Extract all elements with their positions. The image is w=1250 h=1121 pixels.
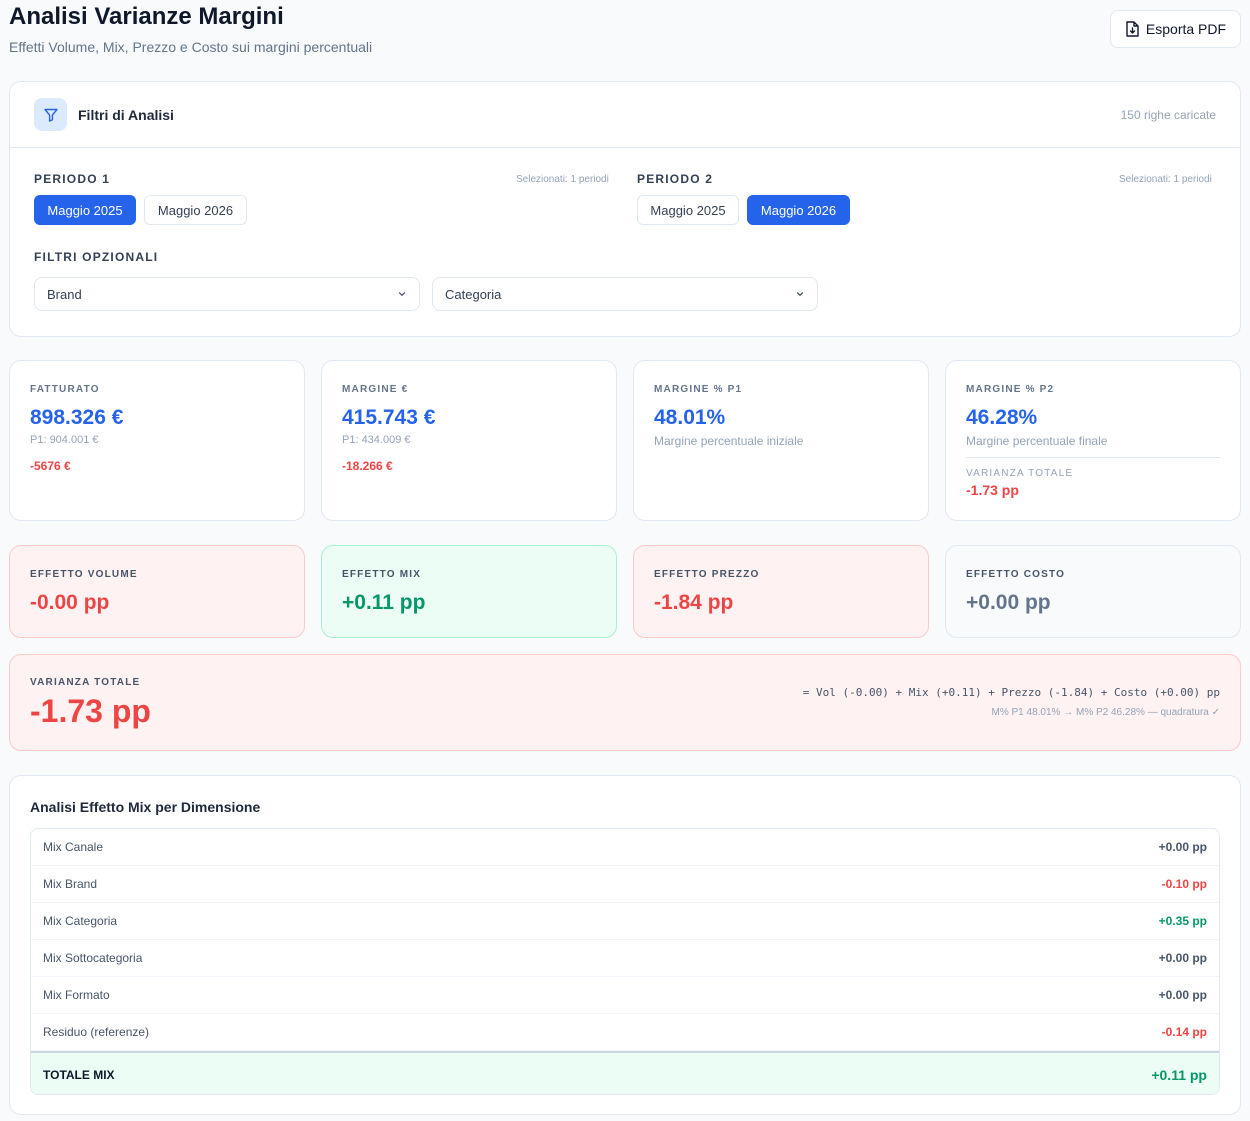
divider (966, 457, 1220, 458)
total-variance-card: VARIANZA TOTALE -1.73 pp = Vol (-0.00) +… (9, 654, 1241, 751)
table-row: Mix Categoria +0.35 pp (31, 903, 1219, 940)
effect-prezzo-card: EFFETTO PREZZO -1.84 pp (633, 545, 929, 638)
filters-header: Filtri di Analisi 150 righe caricate (10, 82, 1240, 148)
categoria-select[interactable]: Categoria (432, 277, 818, 311)
effect-value: +0.00 pp (966, 591, 1051, 614)
export-pdf-label: Esporta PDF (1145, 21, 1227, 37)
filters-title: Filtri di Analisi (78, 107, 174, 123)
row-value: -0.14 pp (1161, 1025, 1207, 1039)
kpi-p1-value: P1: 434.009 € (342, 434, 411, 446)
optional-filters-label: FILTRI OPZIONALI (34, 250, 159, 264)
filter-icon (34, 98, 67, 131)
kpi-value: 46.28% (966, 406, 1038, 429)
row-label: Mix Formato (43, 988, 110, 1002)
row-label: Mix Categoria (43, 914, 118, 928)
categoria-select-value: Categoria (445, 286, 502, 302)
table-row: Mix Formato +0.00 pp (31, 977, 1219, 1014)
file-download-icon (1126, 21, 1139, 37)
kpi-delta: -5676 € (30, 459, 71, 473)
period2-label: PERIODO 2 (637, 172, 714, 186)
row-label: Mix Brand (43, 877, 98, 891)
effect-costo-card: EFFETTO COSTO +0.00 pp (945, 545, 1241, 638)
mix-analysis-title: Analisi Effetto Mix per Dimensione (30, 799, 261, 815)
kpi-description: Margine percentuale finale (966, 434, 1108, 448)
kpi-variance-label: VARIANZA TOTALE (966, 468, 1074, 479)
chevron-down-icon (796, 292, 804, 296)
page-title: Analisi Varianze Margini (9, 3, 284, 30)
effect-mix-card: EFFETTO MIX +0.11 pp (321, 545, 617, 638)
period1-label: PERIODO 1 (34, 172, 111, 186)
mix-total-label: TOTALE MIX (43, 1067, 115, 1082)
row-value: +0.00 pp (1158, 840, 1207, 854)
row-label: Mix Sottocategoria (43, 951, 143, 965)
kpi-margine: MARGINE € 415.743 € P1: 434.009 € -18.26… (321, 360, 617, 521)
mix-analysis-panel: Analisi Effetto Mix per Dimensione Mix C… (9, 775, 1241, 1115)
row-value: +0.00 pp (1158, 988, 1207, 1002)
row-label: Residuo (referenze) (43, 1025, 150, 1039)
kpi-variance-value: -1.73 pp (966, 482, 1019, 498)
period2-selected-note: Selezionati: 1 periodi (1119, 174, 1212, 185)
mix-total-value: +0.11 pp (1151, 1066, 1207, 1083)
export-pdf-button[interactable]: Esporta PDF (1110, 10, 1241, 48)
period2-chip-maggio-2026[interactable]: Maggio 2026 (747, 195, 850, 225)
effect-label: EFFETTO COSTO (966, 569, 1066, 580)
table-row: Residuo (referenze) -0.14 pp (31, 1014, 1219, 1051)
kpi-value: 898.326 € (30, 406, 124, 429)
mix-table: Mix Canale +0.00 pp Mix Brand -0.10 pp M… (30, 828, 1220, 1095)
kpi-delta: -18.266 € (342, 459, 393, 473)
effect-label: EFFETTO VOLUME (30, 569, 138, 580)
effect-value: -0.00 pp (30, 591, 110, 614)
period1-selected-note: Selezionati: 1 periodi (516, 174, 609, 185)
rows-loaded-count: 150 righe caricate (1120, 108, 1216, 122)
kpi-label: MARGINE % P2 (966, 384, 1055, 395)
effect-volume-card: EFFETTO VOLUME -0.00 pp (9, 545, 305, 638)
table-row: Mix Canale +0.00 pp (31, 829, 1219, 866)
effect-value: -1.84 pp (654, 591, 734, 614)
filters-panel: Filtri di Analisi 150 righe caricate PER… (9, 81, 1241, 337)
row-value: +0.35 pp (1158, 914, 1207, 928)
variance-formula: = Vol (-0.00) + Mix (+0.11) + Prezzo (-1… (802, 686, 1220, 699)
effect-label: EFFETTO PREZZO (654, 569, 760, 580)
mix-total-row: TOTALE MIX +0.11 pp (31, 1051, 1219, 1094)
effect-label: EFFETTO MIX (342, 569, 422, 580)
kpi-label: MARGINE € (342, 384, 409, 395)
kpi-label: FATTURATO (30, 384, 100, 395)
page-subtitle: Effetti Volume, Mix, Prezzo e Costo sui … (9, 39, 373, 55)
row-value: -0.10 pp (1161, 877, 1207, 891)
total-variance-label: VARIANZA TOTALE (30, 677, 141, 688)
effect-value: +0.11 pp (342, 591, 426, 614)
kpi-value: 415.743 € (342, 406, 436, 429)
chevron-down-icon (398, 292, 406, 296)
brand-select-value: Brand (47, 286, 82, 302)
kpi-margine-p2: MARGINE % P2 46.28% Margine percentuale … (945, 360, 1241, 521)
period2-chip-maggio-2025[interactable]: Maggio 2025 (637, 195, 739, 225)
table-row: Mix Sottocategoria +0.00 pp (31, 940, 1219, 977)
brand-select[interactable]: Brand (34, 277, 420, 311)
kpi-label: MARGINE % P1 (654, 384, 743, 395)
table-row: Mix Brand -0.10 pp (31, 866, 1219, 903)
period1-chip-maggio-2025[interactable]: Maggio 2025 (34, 195, 136, 225)
kpi-description: Margine percentuale iniziale (654, 434, 804, 448)
variance-check: M% P1 48.01% → M% P2 46.28% — quadratura… (991, 707, 1221, 718)
kpi-margine-p1: MARGINE % P1 48.01% Margine percentuale … (633, 360, 929, 521)
kpi-p1-value: P1: 904.001 € (30, 434, 99, 446)
kpi-fatturato: FATTURATO 898.326 € P1: 904.001 € -5676 … (9, 360, 305, 521)
row-label: Mix Canale (43, 840, 104, 854)
total-variance-value: -1.73 pp (30, 693, 151, 729)
page-header: Analisi Varianze Margini Effetti Volume,… (9, 0, 1241, 60)
kpi-value: 48.01% (654, 406, 726, 429)
period1-chip-maggio-2026[interactable]: Maggio 2026 (144, 195, 247, 225)
row-value: +0.00 pp (1158, 951, 1207, 965)
